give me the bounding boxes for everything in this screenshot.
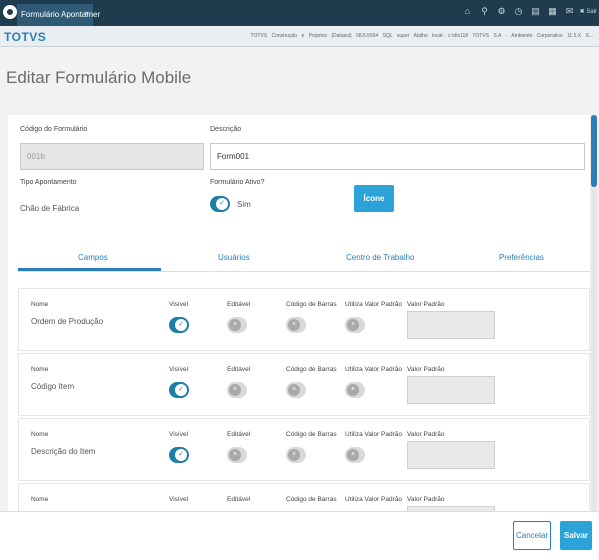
mail-icon[interactable]: ✉ <box>564 6 575 17</box>
visivel-toggle[interactable]: ✓ <box>169 317 189 333</box>
scrollbar-thumb[interactable] <box>591 115 597 187</box>
cancel-button[interactable]: Cancelar <box>513 521 551 550</box>
logout-label: Sair <box>586 9 597 15</box>
tab-usuarios[interactable]: Usuários <box>218 253 250 262</box>
descricao-label: Descrição <box>210 126 242 133</box>
icone-button[interactable]: Ícone <box>354 185 394 212</box>
print-icon[interactable]: ▤ <box>530 6 541 17</box>
editavel-toggle[interactable]: × <box>227 447 247 463</box>
check-icon: ✓ <box>175 319 187 331</box>
utiliza-header: Utiliza Valor Padrão <box>345 496 402 503</box>
totvs-logo-icon[interactable] <box>3 5 17 19</box>
visivel-header: Visível <box>169 301 189 308</box>
tipo-label: Tipo Apontamento <box>20 179 77 186</box>
ativo-value: Sim <box>237 200 251 209</box>
clock-icon[interactable]: ◷ <box>513 6 524 17</box>
visivel-toggle[interactable]: ✓ <box>169 382 189 398</box>
descricao-input[interactable]: Form001 <box>210 143 585 170</box>
tabs: Campos Usuários Centro de Trabalho Prefe… <box>18 245 590 272</box>
nome-header: Nome <box>31 301 49 308</box>
row-nome: Descrição do Item <box>31 447 96 456</box>
codigo-barras-header: Código de Barras <box>286 496 337 503</box>
nome-header: Nome <box>31 366 49 373</box>
valor-padrao-header: Valor Padrão <box>407 496 445 503</box>
valor-padrao-input[interactable] <box>407 311 495 339</box>
list-item: Nome Visível Editável Código de Barras U… <box>18 288 590 351</box>
x-icon: × <box>288 384 300 396</box>
row-nome: Ordem de Produção <box>31 317 104 326</box>
tipo-value: Chão de Fábrica <box>20 204 80 213</box>
save-button[interactable]: Salvar <box>560 521 592 550</box>
footer-bar: Cancelar Salvar <box>0 511 599 560</box>
tab-centro-de-trabalho[interactable]: Centro de Trabalho <box>346 253 415 262</box>
codigo-barras-toggle[interactable]: × <box>286 447 306 463</box>
topbar-icons: ⌂ ⚲ ⚙ ◷ ▤ ▦ ✉ <box>462 6 575 17</box>
system-header: TOTVS TOTVS Construção e Projetos (Datas… <box>0 26 599 47</box>
utiliza-header: Utiliza Valor Padrão <box>345 431 402 438</box>
row-nome: Código Item <box>31 382 75 391</box>
logout-button[interactable]: ✖ Sair <box>580 8 597 15</box>
network-icon[interactable]: ⚲ <box>479 6 490 17</box>
check-icon: ✓ <box>216 198 228 210</box>
list-item: Nome Visível Editável Código de Barras U… <box>18 418 590 481</box>
valor-padrao-input[interactable] <box>407 441 495 469</box>
tab-formulario-apontamento[interactable]: Formulário Apontamer × <box>17 4 100 26</box>
tab-preferencias[interactable]: Preferências <box>499 253 544 262</box>
nome-header: Nome <box>31 431 49 438</box>
x-icon: × <box>229 449 241 461</box>
brand-logo: TOTVS <box>4 30 47 44</box>
editavel-header: Editável <box>227 301 251 308</box>
page-title: Editar Formulário Mobile <box>6 68 192 87</box>
visivel-header: Visível <box>169 496 189 503</box>
editavel-header: Editável <box>227 366 251 373</box>
tab-campos[interactable]: Campos <box>78 253 108 262</box>
x-icon: × <box>347 449 359 461</box>
valor-padrao-header: Valor Padrão <box>407 431 445 438</box>
codigo-barras-header: Código de Barras <box>286 431 337 438</box>
grid-icon[interactable]: ▦ <box>547 6 558 17</box>
nome-header: Nome <box>31 496 49 503</box>
codigo-input[interactable]: 001b <box>20 143 204 170</box>
utiliza-header: Utiliza Valor Padrão <box>345 366 402 373</box>
editavel-toggle[interactable]: × <box>227 317 247 333</box>
app-tabbar: Formulário Apontamer × ⌂ ⚲ ⚙ ◷ ▤ ▦ ✉ ✖ S… <box>0 0 599 26</box>
utiliza-toggle[interactable]: × <box>345 382 365 398</box>
editavel-header: Editável <box>227 431 251 438</box>
codigo-barras-toggle[interactable]: × <box>286 382 306 398</box>
gear-icon[interactable]: ⚙ <box>496 6 507 17</box>
system-info: TOTVS Construção e Projetos (Datasul) 08… <box>250 33 593 39</box>
utiliza-toggle[interactable]: × <box>345 317 365 333</box>
valor-padrao-header: Valor Padrão <box>407 366 445 373</box>
scrollbar[interactable] <box>591 115 597 515</box>
visivel-header: Visível <box>169 431 189 438</box>
codigo-barras-toggle[interactable]: × <box>286 317 306 333</box>
codigo-barras-header: Código de Barras <box>286 301 337 308</box>
x-icon: × <box>347 319 359 331</box>
list-item: Nome Visível Editável Código de Barras U… <box>18 353 590 416</box>
editavel-header: Editável <box>227 496 251 503</box>
form-panel: Código do Formulário 001b Descrição Form… <box>8 115 590 515</box>
codigo-barras-header: Código de Barras <box>286 366 337 373</box>
x-icon: × <box>288 449 300 461</box>
x-icon: × <box>288 319 300 331</box>
utiliza-toggle[interactable]: × <box>345 447 365 463</box>
active-tab-indicator <box>18 268 161 271</box>
ativo-label: Formulário Ativo? <box>210 179 265 186</box>
utiliza-header: Utiliza Valor Padrão <box>345 301 402 308</box>
valor-padrao-header: Valor Padrão <box>407 301 445 308</box>
visivel-toggle[interactable]: ✓ <box>169 447 189 463</box>
visivel-header: Visível <box>169 366 189 373</box>
valor-padrao-input[interactable] <box>407 376 495 404</box>
check-icon: ✓ <box>175 384 187 396</box>
ativo-toggle[interactable]: ✓ <box>210 196 230 212</box>
x-icon: × <box>229 319 241 331</box>
home-icon[interactable]: ⌂ <box>462 6 473 17</box>
codigo-label: Código do Formulário <box>20 126 88 133</box>
editavel-toggle[interactable]: × <box>227 382 247 398</box>
x-icon: × <box>229 384 241 396</box>
check-icon: ✓ <box>175 449 187 461</box>
x-icon: × <box>347 384 359 396</box>
close-icon[interactable]: × <box>84 9 89 18</box>
